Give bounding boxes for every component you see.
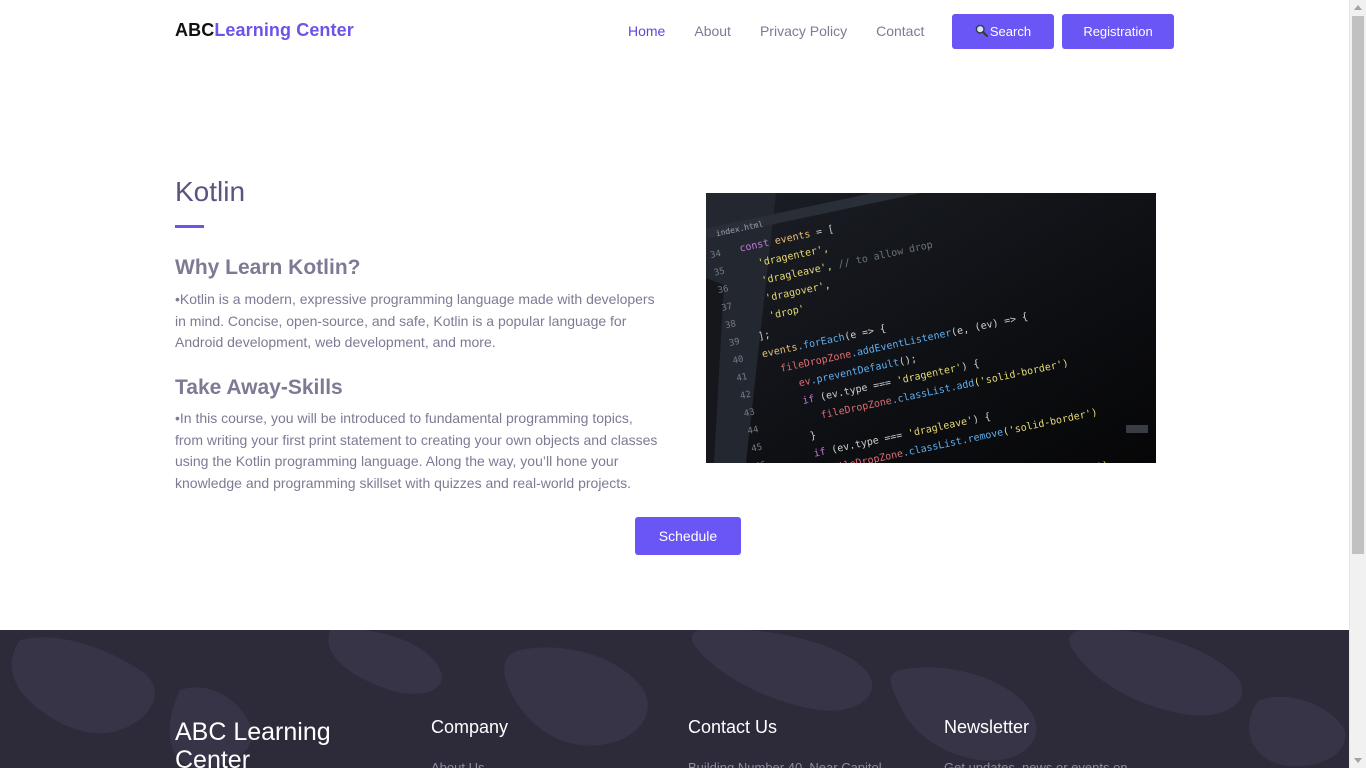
search-button-label: Search	[989, 24, 1032, 39]
navbar: ABCLearning Center Home About Privacy Po…	[0, 0, 1349, 62]
footer: ABC Learning Center Company Contact Us N…	[0, 630, 1349, 768]
section-heading-why-learn: Why Learn Kotlin?	[175, 256, 361, 279]
scrollbar-thumb[interactable]	[1352, 16, 1364, 554]
page-title: Kotlin	[175, 176, 246, 207]
scroll-up-arrow-icon[interactable]	[1354, 5, 1362, 10]
section-text-take-away-skills: •In this course, you will be introduced …	[175, 410, 658, 492]
nav-privacy-policy[interactable]: Privacy Policy	[760, 23, 847, 39]
title-underline	[175, 225, 204, 228]
footer-link-about-us[interactable]: About Us	[431, 760, 484, 768]
section-heading-take-away-skills: Take Away-Skills	[175, 376, 343, 399]
nav-links: Home About Privacy Policy Contact	[628, 23, 953, 39]
section-text-why-learn: •Kotlin is a modern, expressive programm…	[175, 291, 655, 351]
search-button[interactable]: Search	[952, 14, 1054, 49]
scroll-down-arrow-icon[interactable]	[1354, 758, 1362, 763]
nav-home[interactable]: Home	[628, 23, 665, 39]
footer-newsletter-text: Get updates, news or events on	[944, 760, 1128, 768]
page-scrollbar[interactable]	[1349, 0, 1366, 768]
schedule-button[interactable]: Schedule	[635, 517, 741, 555]
brand-logo[interactable]: ABCLearning Center	[175, 20, 354, 41]
search-icon	[975, 24, 988, 40]
footer-contact-title: Contact Us	[688, 717, 778, 737]
course-image-code-screen: index.html 343536 373839 404142 434445 4…	[706, 193, 1156, 463]
brand-learning-center: Learning Center	[214, 20, 354, 40]
footer-brand[interactable]: ABC Learning Center	[175, 718, 375, 768]
brand-abc: ABC	[175, 20, 215, 40]
footer-company-title: Company	[431, 717, 509, 737]
registration-button[interactable]: Registration	[1062, 14, 1174, 49]
footer-contact-address: Building Number 40, Near Capitol	[688, 760, 882, 768]
nav-contact[interactable]: Contact	[876, 23, 924, 39]
page: ABCLearning Center Home About Privacy Po…	[0, 0, 1366, 768]
nav-about[interactable]: About	[694, 23, 731, 39]
footer-newsletter-title: Newsletter	[944, 717, 1030, 737]
